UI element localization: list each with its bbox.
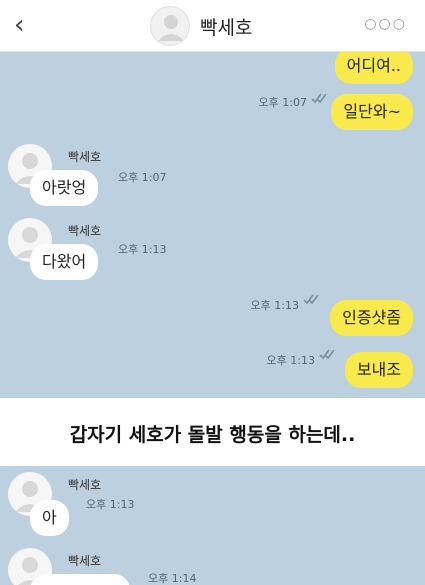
their-message-bubble[interactable]: 다왔어 [30, 244, 99, 280]
message-time: 오후 1:14 [148, 572, 197, 585]
read-check-icon [319, 349, 335, 360]
chat-area-top[interactable]: 어디여.. 오후 1:07 일단와~ 빡세호 아랏엉 오후 1:07 빡세호 다… [0, 52, 425, 398]
their-message-bubble[interactable]: 아랏엉 [30, 170, 99, 206]
contact-name: 빡세호 [200, 17, 253, 39]
my-message-bubble[interactable]: 인증샷좀 [330, 300, 413, 336]
my-message-bubble[interactable]: 보내조 [344, 352, 413, 388]
message-time: 오후 1:13 [266, 354, 315, 367]
read-check-icon [303, 294, 319, 305]
caption-band: 갑자기 세호가 돌발 행동을 하는데.. [0, 398, 425, 466]
message-time: 오후 1:07 [258, 96, 307, 109]
caption-text: 갑자기 세호가 돌발 행동을 하는데.. [69, 424, 356, 446]
chat-area-bottom[interactable]: 빡세호 아 오후 1:13 빡세호 오후 1:14 [0, 466, 425, 585]
my-message-bubble[interactable]: 일단와~ [331, 94, 413, 130]
message-time: 오후 1:13 [118, 243, 167, 256]
their-message-bubble[interactable]: 아 [30, 500, 69, 536]
sender-name: 빡세호 [68, 478, 102, 492]
my-message-bubble[interactable]: 어디여.. [334, 52, 413, 84]
read-check-icon [311, 93, 327, 104]
their-message-bubble[interactable] [30, 574, 130, 585]
more-dots-icon[interactable]: ○○○ [364, 16, 407, 32]
contact-avatar[interactable] [150, 6, 190, 46]
sender-name: 빡세호 [68, 554, 102, 568]
sender-name: 빡세호 [68, 224, 102, 238]
chat-header: ‹ 빡세호 ○○○ [0, 0, 425, 52]
message-time: 오후 1:13 [86, 498, 135, 511]
chat-screen: ‹ 빡세호 ○○○ 어디여.. 오후 1:07 일단와~ 빡세호 아랏엉 오후 … [0, 0, 425, 585]
chevron-left-icon[interactable]: ‹ [14, 10, 40, 40]
message-time: 오후 1:07 [118, 171, 167, 184]
sender-name: 빡세호 [68, 150, 102, 164]
message-time: 오후 1:13 [250, 299, 299, 312]
default-profile-icon [158, 15, 184, 41]
